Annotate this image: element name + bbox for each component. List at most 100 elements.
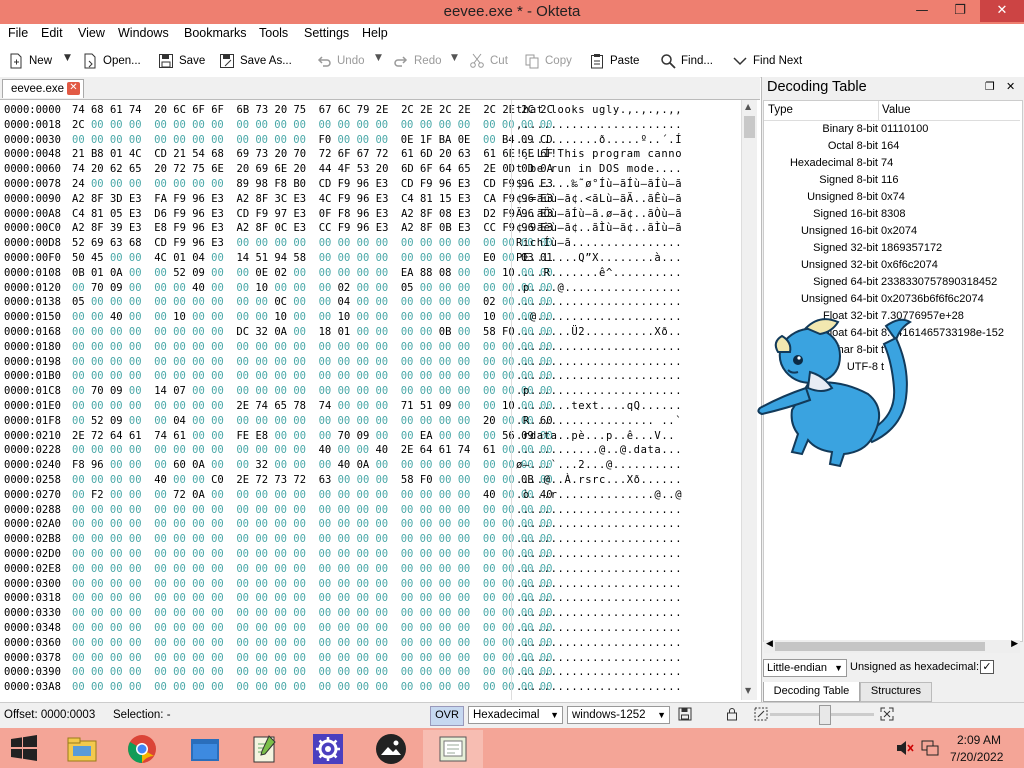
hex-row-characters[interactable]: ........Ü2..........Xð.. [516, 326, 738, 338]
hex-row-characters[interactable]: ....R.......ê^.......... [516, 267, 738, 279]
hex-row-bytes[interactable]: 00 00 00 00 00 00 00 00 00 00 00 00 00 0… [72, 370, 552, 382]
hex-row-characters[interactable]: RichÍù–ã................ [516, 237, 738, 249]
hex-row-bytes[interactable]: 00 00 00 00 00 00 00 00 00 00 00 00 00 0… [72, 637, 552, 649]
decoding-row[interactable]: Binary 8-bit 01110100 [764, 121, 1020, 138]
find-next-button[interactable]: Find Next [732, 50, 802, 72]
hex-row-characters[interactable]: ........................ [516, 637, 738, 649]
decoding-scroll-thumb[interactable] [775, 642, 985, 651]
hex-row-bytes[interactable]: 00 00 00 00 00 00 00 00 00 00 00 00 00 0… [72, 578, 552, 590]
hex-row-characters[interactable]: ........................ [516, 622, 738, 634]
file-tab[interactable]: eevee.exe ✕ [2, 79, 84, 98]
hex-row-characters[interactable]: .R.................. ..` [516, 415, 738, 427]
hex-row-bytes[interactable]: 74 20 62 65 20 72 75 6E 20 69 6E 20 44 4… [72, 163, 553, 175]
decoding-row[interactable]: Unsigned 16-bit 0x2074 [764, 223, 1020, 240]
hex-row-bytes[interactable]: 74 68 61 74 20 6C 6F 6F 6B 73 20 75 67 6… [72, 104, 553, 116]
menu-help[interactable]: Help [362, 26, 388, 40]
hex-row-bytes[interactable]: 00 00 00 00 00 00 00 00 00 00 00 00 00 0… [72, 666, 552, 678]
hex-row-bytes[interactable]: 00 00 00 00 00 00 00 00 00 00 00 00 00 0… [72, 533, 552, 545]
lock-icon[interactable] [726, 707, 738, 721]
hex-row-bytes[interactable]: 00 00 00 00 00 00 00 00 00 00 00 00 00 0… [72, 592, 552, 604]
taskbar-chrome[interactable] [112, 730, 172, 768]
new-dropdown-arrow-icon[interactable]: ▼ [64, 53, 71, 63]
undo-button[interactable]: Undo [316, 50, 365, 72]
hex-row-characters[interactable]: .p...................... [516, 385, 738, 397]
tab-decoding-table[interactable]: Decoding Table [763, 682, 860, 702]
hex-row-bytes[interactable]: 00 00 00 00 00 00 00 00 00 00 00 00 00 0… [72, 563, 552, 575]
float-panel-icon[interactable]: ❐ [985, 80, 995, 93]
paste-button[interactable]: Paste [589, 50, 639, 72]
cut-button[interactable]: Cut [469, 50, 508, 72]
hex-row-bytes[interactable]: F8 96 00 00 00 60 0A 00 00 32 00 00 00 4… [72, 459, 553, 471]
hex-row-bytes[interactable]: 2E 72 64 61 74 61 00 00 FE E8 00 00 00 7… [72, 430, 553, 442]
save-as-button[interactable]: Save As... [219, 50, 292, 72]
hex-row-bytes[interactable]: 00 70 09 00 14 07 00 00 00 00 00 00 00 0… [72, 385, 553, 397]
scroll-left-arrow-icon[interactable]: ◀ [766, 639, 773, 649]
close-panel-icon[interactable]: ✕ [1006, 80, 1015, 93]
hex-row-bytes[interactable]: 00 70 09 00 00 00 40 00 00 10 00 00 00 0… [72, 282, 553, 294]
menu-file[interactable]: File [8, 26, 28, 40]
hex-row-bytes[interactable]: 00 00 00 00 00 00 00 00 00 00 00 00 00 0… [72, 341, 552, 353]
hex-row-characters[interactable]: ....@..À.rsrc...Xð...... [516, 474, 738, 486]
hex-row-characters[interactable]: ........................ [516, 356, 738, 368]
hex-row-bytes[interactable]: 00 00 00 00 40 00 00 C0 2E 72 73 72 63 0… [72, 474, 553, 486]
hex-row-characters[interactable]: ........text....qQ...... [516, 400, 738, 412]
hex-row-characters[interactable]: ........................ [516, 533, 738, 545]
hex-row-characters[interactable]: ø–...`...2...@.......... [516, 459, 738, 471]
find-button[interactable]: Find... [660, 50, 713, 72]
hex-row-bytes[interactable]: 50 45 00 00 4C 01 04 00 14 51 94 58 00 0… [72, 252, 553, 264]
hex-row-characters[interactable]: ¢.=ãúù–ã¢.<ãLù–ãÄ..ãÊù–ã [516, 193, 738, 205]
charset-select[interactable]: windows-1252 ▼ [567, 706, 670, 724]
scroll-right-arrow-icon[interactable]: ▶ [1011, 639, 1018, 649]
hex-row-characters[interactable]: ..@..................... [516, 311, 738, 323]
scroll-up-arrow-icon[interactable]: ▲ [745, 102, 751, 111]
hex-view[interactable]: 0000:0000 74 68 61 74 20 6C 6F 6F 6B 73 2… [0, 100, 760, 700]
hex-row-bytes[interactable]: 00 00 00 00 00 00 00 00 00 00 00 00 00 0… [72, 622, 552, 634]
zoom-slider-handle[interactable] [819, 705, 831, 725]
network-icon[interactable] [920, 739, 940, 757]
menu-view[interactable]: View [78, 26, 105, 40]
hex-row-bytes[interactable]: 00 00 40 00 00 10 00 00 00 00 10 00 00 1… [72, 311, 553, 323]
hex-row-characters[interactable]: !¸.LÍ!This program canno [516, 148, 738, 160]
fullscreen-icon[interactable] [880, 707, 894, 721]
save-state-icon[interactable] [678, 707, 692, 721]
hex-row-characters[interactable]: ........................ [516, 578, 738, 590]
hex-row-bytes[interactable]: 2C 00 00 00 00 00 00 00 00 00 00 00 00 0… [72, 119, 552, 131]
hex-row-bytes[interactable]: C4 81 05 E3 D6 F9 96 E3 CD F9 97 E3 0F F… [72, 208, 553, 220]
hex-row-bytes[interactable]: 00 00 00 00 00 00 00 00 00 00 00 00 F0 0… [72, 134, 553, 146]
hex-row-bytes[interactable]: 00 00 00 00 00 00 00 00 00 00 00 00 00 0… [72, 652, 552, 664]
hex-row-bytes[interactable]: 52 69 63 68 CD F9 96 E3 00 00 00 00 00 0… [72, 237, 553, 249]
taskbar-notepad-plus[interactable] [235, 730, 295, 768]
hex-row-bytes[interactable]: 00 00 00 00 00 00 00 00 00 00 00 00 00 0… [72, 504, 552, 516]
hex-row-bytes[interactable]: 00 00 00 00 00 00 00 00 00 00 00 00 00 0… [72, 548, 552, 560]
zoom-fit-icon[interactable] [754, 707, 768, 721]
hex-row-characters[interactable]: .rdata..pè...p..ê...V.. [516, 430, 738, 442]
hex-row-characters[interactable]: ........................ [516, 370, 738, 382]
new-button[interactable]: New [8, 50, 52, 72]
scroll-down-arrow-icon[interactable]: ▼ [745, 686, 751, 695]
tab-structures[interactable]: Structures [860, 682, 932, 702]
taskbar-okteta[interactable] [423, 730, 483, 768]
hex-row-characters[interactable]: ........................ [516, 652, 738, 664]
hex-scroll-thumb[interactable] [744, 116, 755, 138]
hex-row-characters[interactable]: ........................ [516, 666, 738, 678]
hex-row-bytes[interactable]: A2 8F 39 E3 E8 F9 96 E3 A2 8F 0C E3 CC F… [72, 222, 553, 234]
decoding-row[interactable]: Octal 8-bit 164 [764, 138, 1020, 155]
menu-tools[interactable]: Tools [259, 26, 288, 40]
volume-muted-icon[interactable] [896, 740, 914, 756]
hex-row-characters[interactable]: ........................ [516, 681, 738, 693]
hex-row-bytes[interactable]: 00 00 00 00 00 00 00 00 00 00 00 00 00 0… [72, 681, 552, 693]
hex-row-bytes[interactable]: 00 00 00 00 00 00 00 00 00 00 00 00 00 0… [72, 518, 552, 530]
column-value-header[interactable]: Value [882, 104, 911, 116]
value-coding-select[interactable]: Hexadecimal ▼ [468, 706, 563, 724]
hex-row-bytes[interactable]: 00 00 00 00 00 00 00 00 00 00 00 00 40 0… [72, 444, 553, 456]
hex-row-bytes[interactable]: 24 00 00 00 00 00 00 00 89 98 F8 B0 CD F… [72, 178, 553, 190]
menu-windows[interactable]: Windows [118, 26, 169, 40]
copy-button[interactable]: Copy [524, 50, 572, 72]
endianness-select[interactable]: Little-endian ▼ [763, 659, 847, 677]
hex-row-bytes[interactable]: 0B 01 0A 00 00 52 09 00 00 0E 02 00 00 0… [72, 267, 553, 279]
hex-row-characters[interactable]: ........................ [516, 563, 738, 575]
taskbar-folder[interactable] [175, 730, 235, 768]
clock-date[interactable]: 7/20/2022 [950, 750, 1003, 764]
save-button[interactable]: Save [158, 50, 205, 72]
hex-row-characters[interactable]: .ò...r..............@..@ [516, 489, 738, 501]
